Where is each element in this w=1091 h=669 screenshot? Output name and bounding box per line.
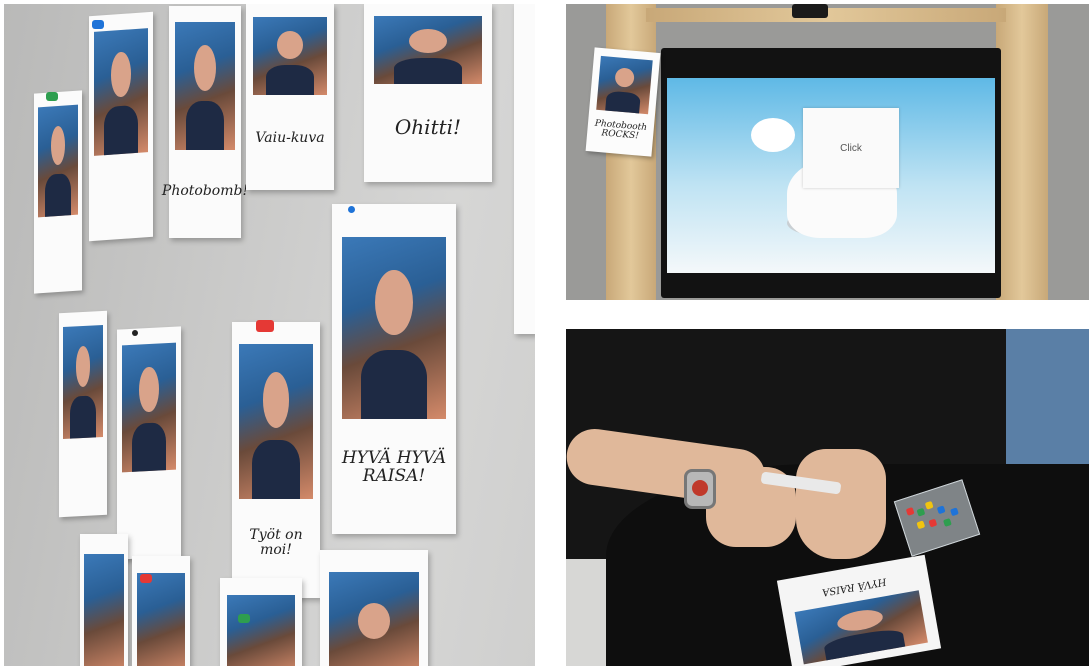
watch-icon xyxy=(684,469,716,509)
polaroid-caption: Ohitti! xyxy=(394,115,462,140)
polaroid xyxy=(59,310,107,518)
polaroid: Vaiu-kuva xyxy=(246,4,334,190)
polaroid-caption: Vaiu-kuva xyxy=(255,129,325,146)
polaroid-photo xyxy=(37,104,79,218)
polaroid xyxy=(80,534,128,666)
polaroid-caption: Photobomb! xyxy=(161,183,249,200)
polaroid xyxy=(34,90,82,294)
polaroid xyxy=(514,4,535,334)
click-button[interactable]: Click xyxy=(803,108,899,188)
polaroid xyxy=(132,556,190,666)
polaroid xyxy=(89,11,153,242)
photo-wall-panel: Photobomb! Vaiu-kuva Ohitti! Työt on moi… xyxy=(4,4,535,666)
polaroid: Photobomb! xyxy=(161,6,249,238)
polaroid xyxy=(320,550,428,666)
photobooth-kiosk-panel: Click Photobooth ROCKS! xyxy=(566,4,1089,300)
polaroid: Työt on moi! xyxy=(232,322,320,598)
kiosk-screen: Click xyxy=(667,78,995,273)
polaroid xyxy=(117,326,181,560)
push-pin-icon xyxy=(256,320,274,332)
polaroid xyxy=(220,578,302,666)
writing-desk-panel: HYVÄ RAISA xyxy=(566,329,1089,666)
polaroid: Ohitti! xyxy=(364,4,492,182)
polar-bear-icon xyxy=(751,118,795,152)
webcam-icon xyxy=(792,4,828,18)
polaroid-caption: Työt on moi! xyxy=(249,527,303,558)
monitor: Click xyxy=(661,48,1001,298)
polaroid: HYVÄ HYVÄ RAISA! xyxy=(332,204,456,534)
polaroid-caption: HYVÄ HYVÄ RAISA! xyxy=(341,448,447,486)
kiosk-note: Photobooth ROCKS! xyxy=(585,47,661,157)
